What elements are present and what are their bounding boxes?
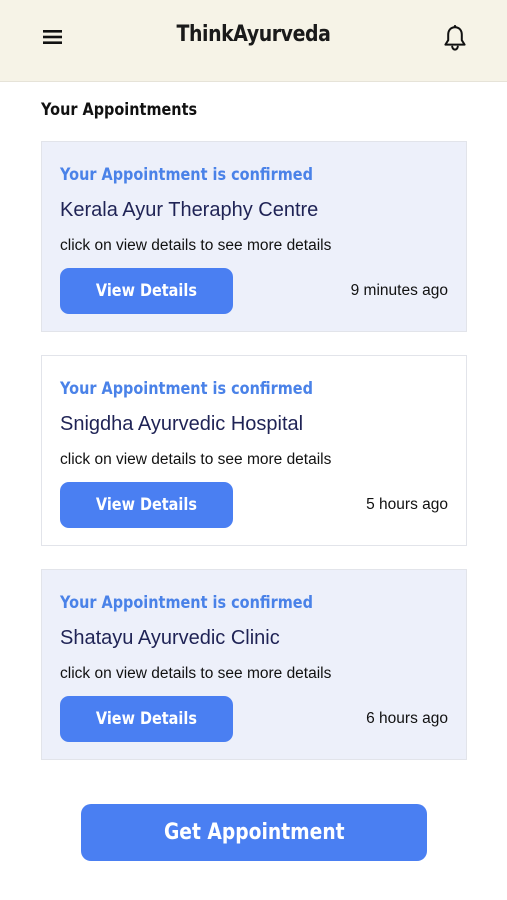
appointment-status: Your Appointment is confirmed <box>60 379 313 399</box>
appointment-description: click on view details to see more detail… <box>60 237 332 254</box>
appointment-status: Your Appointment is confirmed <box>60 165 313 185</box>
app-title: ThinkAyurveda <box>176 22 331 47</box>
appointment-description: click on view details to see more detail… <box>60 451 332 468</box>
view-details-label: View Details <box>95 709 198 729</box>
app-header: ThinkAyurveda <box>0 0 507 82</box>
view-details-label: View Details <box>95 281 198 301</box>
view-details-button[interactable]: View Details <box>60 696 233 742</box>
appointment-card: Your Appointment is confirmed Snigdha Ay… <box>41 355 467 546</box>
appointment-time: 6 hours ago <box>366 710 448 727</box>
section-title: Your Appointments <box>41 100 198 120</box>
clinic-name: Shatayu Ayurvedic Clinic <box>60 627 280 649</box>
view-details-label: View Details <box>95 495 198 515</box>
appointment-time: 5 hours ago <box>366 496 448 513</box>
appointment-card: Your Appointment is confirmed Kerala Ayu… <box>41 141 467 332</box>
appointment-time: 9 minutes ago <box>350 282 448 299</box>
view-details-button[interactable]: View Details <box>60 268 233 314</box>
appointment-description: click on view details to see more detail… <box>60 665 332 682</box>
get-appointment-label: Get Appointment <box>163 820 345 845</box>
clinic-name: Kerala Ayur Theraphy Centre <box>60 199 319 221</box>
get-appointment-button[interactable]: Get Appointment <box>81 804 427 861</box>
appointment-card: Your Appointment is confirmed Shatayu Ay… <box>41 569 467 760</box>
clinic-name: Snigdha Ayurvedic Hospital <box>60 413 304 435</box>
hamburger-menu-icon[interactable] <box>43 29 63 45</box>
appointment-status: Your Appointment is confirmed <box>60 593 313 613</box>
view-details-button[interactable]: View Details <box>60 482 233 528</box>
bell-icon[interactable] <box>442 24 468 52</box>
